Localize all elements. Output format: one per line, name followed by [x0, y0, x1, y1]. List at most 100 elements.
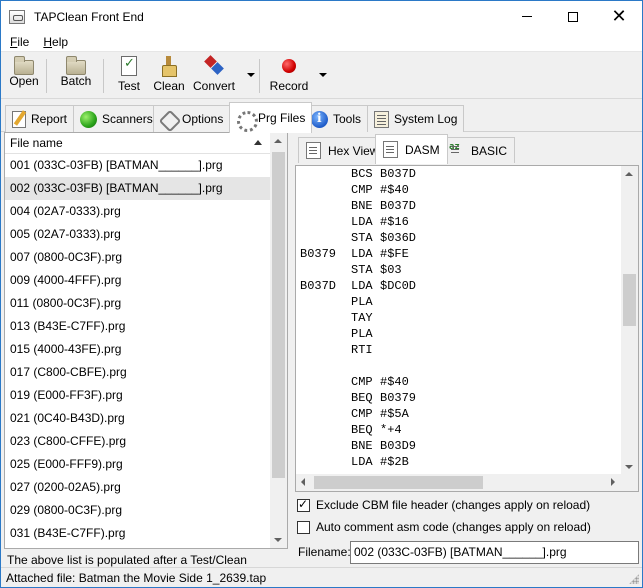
maximize-button[interactable] [550, 1, 596, 32]
code-label: B037D [300, 279, 337, 293]
list-item[interactable]: 013 (B43E-C7FF).prg [5, 315, 270, 338]
scroll-right-icon[interactable] [611, 478, 615, 486]
code-line: PLA [296, 294, 620, 310]
exclude-header-option[interactable]: Exclude CBM file header (changes apply o… [297, 497, 590, 512]
disassembly-text[interactable]: BCS B037D CMP #$40 BNE B037D LDA #$16 STA $036D B0… [296, 166, 620, 475]
filename-field[interactable]: 002 (033C-03FB) [BATMAN______].prg [350, 541, 639, 564]
open-button[interactable]: Open [9, 56, 39, 96]
tab-options[interactable]: Options [153, 105, 231, 132]
toolbar: Open Batch Test Clean Convert Record [1, 53, 642, 99]
record-button[interactable]: Record [269, 56, 309, 96]
list-item[interactable]: 015 (4000-43FE).prg [5, 338, 270, 361]
scroll-up-icon[interactable] [625, 172, 633, 176]
clean-button[interactable]: Clean [152, 56, 186, 96]
code-line: BNE B037D [296, 198, 620, 214]
toolbar-separator [259, 59, 260, 93]
list-item[interactable]: 005 (02A7-0333).prg [5, 223, 270, 246]
folder-icon [66, 56, 86, 75]
code-operand: $036D [380, 231, 417, 245]
list-item[interactable]: 031 (B43E-C7FF).prg [5, 522, 270, 545]
list-item[interactable]: 029 (0800-0C3F).prg [5, 499, 270, 522]
tab-report[interactable]: Report [5, 105, 75, 132]
list-item[interactable]: 025 (E000-FFF9).prg [5, 453, 270, 476]
code-operand: #$2B [380, 455, 409, 469]
list-item[interactable]: 004 (02A7-0333).prg [5, 200, 270, 223]
code-line: CMP #$5A [296, 406, 620, 422]
broom-icon [159, 56, 179, 77]
auto-comment-option[interactable]: Auto comment asm code (changes apply on … [297, 520, 591, 534]
code-operand: #$16 [380, 215, 409, 229]
tab-hex-view[interactable]: Hex View [298, 137, 387, 163]
folder-icon [14, 56, 34, 75]
toolbar-separator [46, 59, 47, 93]
exclude-header-checkbox[interactable] [297, 497, 310, 512]
code-line: TAY [296, 310, 620, 326]
document-icon [306, 142, 321, 159]
tab-scanners[interactable]: Scanners [73, 105, 160, 132]
code-opcode: CMP [351, 407, 373, 421]
scroll-down-icon[interactable] [625, 465, 633, 469]
convert-dropdown-arrow[interactable] [247, 73, 255, 77]
minimize-button[interactable] [504, 1, 550, 32]
list-column-header[interactable]: File name [5, 133, 287, 154]
list-item[interactable]: 019 (E000-FF3F).prg [5, 384, 270, 407]
file-list[interactable]: 001 (033C-03FB) [BATMAN______].prg 002 (0… [5, 154, 270, 548]
tab-basic[interactable]: az BASIC [445, 137, 516, 163]
scroll-up-icon[interactable] [274, 139, 282, 143]
scrollbar-corner [620, 474, 638, 491]
test-button[interactable]: Test [115, 56, 143, 96]
list-item[interactable]: 001 (033C-03FB) [BATMAN______].prg [5, 154, 270, 177]
list-item[interactable]: 009 (4000-4FFF).prg [5, 269, 270, 292]
basic-icon: az [449, 142, 464, 159]
title-bar[interactable]: TAPClean Front End ✕ [1, 1, 642, 32]
menu-help[interactable]: Help [38, 35, 73, 49]
info-icon [311, 110, 328, 128]
report-icon [12, 110, 26, 128]
minimize-icon [522, 16, 532, 17]
convert-icon [204, 56, 224, 76]
window-title: TAPClean Front End [34, 9, 144, 24]
convert-button[interactable]: Convert [192, 56, 236, 96]
log-icon [374, 110, 389, 128]
code-opcode: PLA [351, 327, 373, 341]
code-line: CMP #$40 [296, 182, 620, 198]
code-line: STA $03 [296, 262, 620, 278]
list-item[interactable]: 011 (0800-0C3F).prg [5, 292, 270, 315]
resize-grip-icon[interactable] [629, 574, 639, 584]
record-dropdown-arrow[interactable] [319, 73, 327, 77]
disassembly-view[interactable]: BCS B037D CMP #$40 BNE B037D LDA #$16 STA $036D B0… [295, 165, 639, 492]
list-item[interactable]: 023 (C800-CFFE).prg [5, 430, 270, 453]
code-line: B0379 LDA #$FE [296, 246, 620, 262]
list-item[interactable]: 027 (0200-02A5).prg [5, 476, 270, 499]
batch-button[interactable]: Batch [59, 56, 93, 96]
list-item[interactable]: 021 (0C40-B43D).prg [5, 407, 270, 430]
tab-prg-files[interactable]: Prg Files [229, 102, 313, 133]
tab-dasm[interactable]: DASM [375, 134, 448, 164]
scroll-thumb[interactable] [623, 274, 636, 326]
code-line: BEQ B0379 [296, 390, 620, 406]
menu-file[interactable]: File [5, 35, 34, 49]
code-line: BCS B037D [296, 166, 620, 182]
filename-label: Filename: [298, 545, 351, 559]
scroll-left-icon[interactable] [301, 478, 305, 486]
code-line: B037D LDA $DC0D [296, 278, 620, 294]
list-item[interactable]: 017 (C800-CBFE).prg [5, 361, 270, 384]
list-item[interactable]: 007 (0800-0C3F).prg [5, 246, 270, 269]
scroll-down-icon[interactable] [274, 538, 282, 542]
code-opcode: LDA [351, 279, 373, 293]
close-button[interactable]: ✕ [596, 1, 642, 32]
list-item[interactable]: 002 (033C-03FB) [BATMAN______].prg [5, 177, 270, 200]
green-ball-icon [80, 110, 97, 128]
code-vertical-scrollbar[interactable] [621, 166, 638, 475]
auto-comment-checkbox[interactable] [297, 520, 310, 534]
tab-system-log[interactable]: System Log [367, 105, 465, 132]
code-operand: *+4 [380, 423, 402, 437]
code-opcode: LDA [351, 247, 373, 261]
code-horizontal-scrollbar[interactable] [296, 474, 620, 491]
scroll-thumb[interactable] [272, 152, 285, 478]
file-list-scrollbar[interactable] [270, 133, 287, 548]
tab-tools[interactable]: Tools [304, 105, 369, 132]
code-operand: $03 [380, 263, 402, 277]
code-line: BEQ *+4 [296, 422, 620, 438]
scroll-thumb[interactable] [314, 476, 483, 489]
